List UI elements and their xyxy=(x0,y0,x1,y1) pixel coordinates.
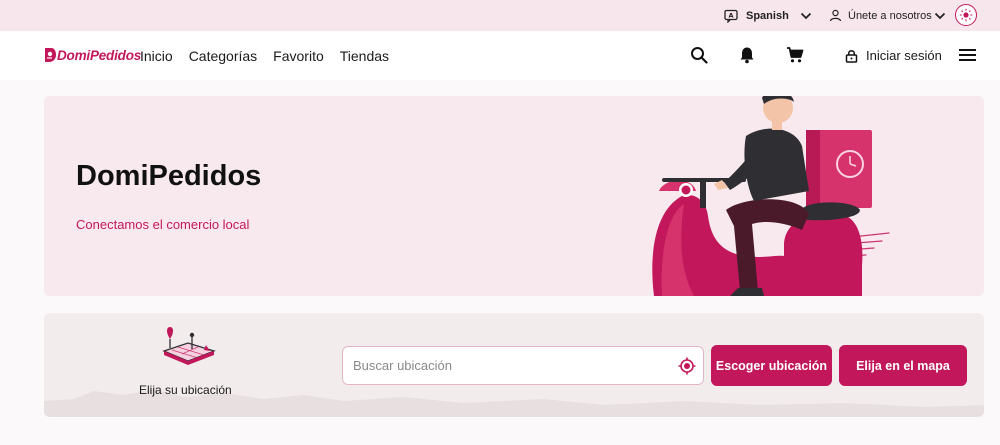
location-section: Elija su ubicación Escoger ubicación Eli… xyxy=(44,313,984,417)
choose-location-label: Elija su ubicación xyxy=(139,383,232,397)
cart-button[interactable] xyxy=(785,45,805,65)
chevron-down-icon xyxy=(800,12,812,20)
hero-subtitle: Conectamos el comercio local xyxy=(76,217,250,232)
join-us-menu[interactable]: Únete a nosotros xyxy=(829,0,951,31)
search-button[interactable] xyxy=(689,45,709,65)
user-icon xyxy=(829,9,842,22)
logo[interactable]: DomiPedidos xyxy=(43,44,141,66)
gps-locate-button[interactable] xyxy=(677,356,697,376)
nav-link-inicio[interactable]: Inicio xyxy=(140,48,173,64)
lock-icon xyxy=(845,49,858,63)
choose-location-button[interactable]: Escoger ubicación xyxy=(711,345,832,386)
crosshair-icon xyxy=(678,357,696,375)
theme-toggle-button[interactable] xyxy=(955,4,977,26)
login-label: Iniciar sesión xyxy=(866,48,942,63)
location-search-input[interactable] xyxy=(353,347,673,384)
language-selector[interactable]: A Spanish xyxy=(724,0,814,31)
logo-text: DomiPedidos xyxy=(57,47,142,63)
hero-banner: DomiPedidos Conectamos el comercio local xyxy=(44,96,984,296)
map-location-illustration xyxy=(162,327,216,365)
hero-title: DomiPedidos xyxy=(76,160,262,192)
main-navbar: DomiPedidos Inicio Categorías Favorito T… xyxy=(0,31,1000,80)
nav-link-categorias[interactable]: Categorías xyxy=(189,48,257,64)
location-search-box xyxy=(342,346,704,385)
bell-icon xyxy=(738,46,756,64)
hamburger-menu-icon xyxy=(958,48,976,62)
delivery-scooter-illustration xyxy=(652,96,890,296)
svg-text:A: A xyxy=(728,11,733,19)
translate-icon: A xyxy=(724,9,738,23)
chevron-down-icon xyxy=(934,12,946,20)
nav-link-favorito[interactable]: Favorito xyxy=(273,48,324,64)
nav-link-tiendas[interactable]: Tiendas xyxy=(340,48,389,64)
notifications-button[interactable] xyxy=(737,45,757,65)
login-button[interactable]: Iniciar sesión xyxy=(845,31,942,80)
cart-icon xyxy=(786,46,804,64)
menu-button[interactable] xyxy=(957,45,977,65)
nav-links: Inicio Categorías Favorito Tiendas xyxy=(140,31,405,80)
sun-icon xyxy=(959,8,973,22)
language-label: Spanish xyxy=(746,9,789,22)
logo-mark-icon xyxy=(43,46,57,64)
search-icon xyxy=(690,46,708,64)
top-bar: A Spanish Únete a nosotros xyxy=(0,0,1000,31)
choose-on-map-button[interactable]: Elija en el mapa xyxy=(839,345,967,386)
join-us-label: Únete a nosotros xyxy=(848,9,932,22)
